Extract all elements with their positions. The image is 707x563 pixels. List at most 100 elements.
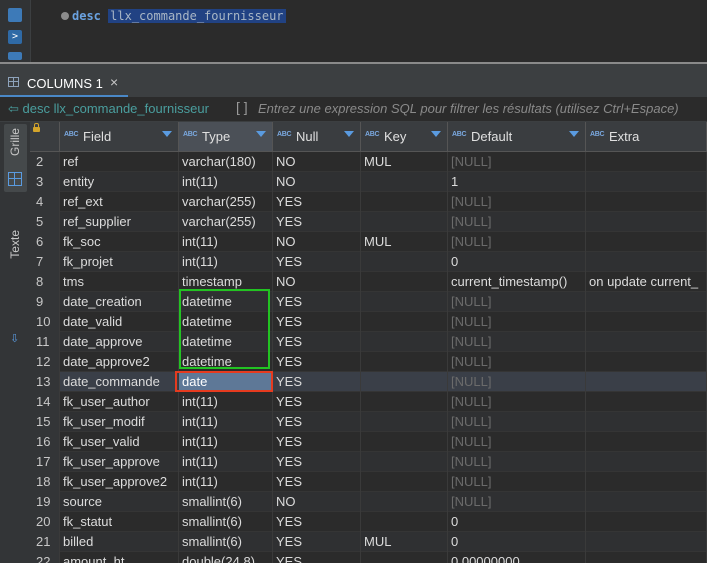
cell-null[interactable]: YES	[273, 252, 361, 272]
cell-null[interactable]: YES	[273, 432, 361, 452]
table-row[interactable]: 22 amount_ht double(24,8) YES 0.00000000	[30, 552, 707, 563]
row-number[interactable]: 8	[30, 272, 60, 292]
row-number[interactable]: 15	[30, 412, 60, 432]
table-row[interactable]: 21 billed smallint(6) YES MUL 0	[30, 532, 707, 552]
cell-extra[interactable]	[586, 312, 707, 332]
row-number[interactable]: 18	[30, 472, 60, 492]
table-row[interactable]: 10 date_valid datetime YES [NULL]	[30, 312, 707, 332]
row-number[interactable]: 22	[30, 552, 60, 563]
column-header-key[interactable]: ABC Key	[361, 122, 448, 151]
cell-type[interactable]: int(11)	[179, 432, 273, 452]
cell-key[interactable]	[361, 492, 448, 512]
table-row[interactable]: 19 source smallint(6) NO [NULL]	[30, 492, 707, 512]
cell-default[interactable]: current_timestamp()	[448, 272, 586, 292]
table-row[interactable]: 2 ref varchar(180) NO MUL [NULL]	[30, 152, 707, 172]
cell-null[interactable]: YES	[273, 552, 361, 563]
cell-field[interactable]: amount_ht	[60, 552, 179, 563]
cell-extra[interactable]: on update current_	[586, 272, 707, 292]
close-icon[interactable]: ×	[110, 74, 118, 90]
cell-key[interactable]	[361, 312, 448, 332]
cell-default[interactable]: 1	[448, 172, 586, 192]
cell-null[interactable]: YES	[273, 452, 361, 472]
cell-extra[interactable]	[586, 292, 707, 312]
row-number[interactable]: 6	[30, 232, 60, 252]
cell-type[interactable]: varchar(255)	[179, 212, 273, 232]
cell-extra[interactable]	[586, 452, 707, 472]
cell-null[interactable]: YES	[273, 332, 361, 352]
cell-key[interactable]	[361, 352, 448, 372]
table-row[interactable]: 3 entity int(11) NO 1	[30, 172, 707, 192]
cell-extra[interactable]	[586, 472, 707, 492]
cell-key[interactable]: MUL	[361, 152, 448, 172]
cell-field[interactable]: date_creation	[60, 292, 179, 312]
sort-arrow-icon[interactable]	[431, 131, 441, 137]
cell-extra[interactable]	[586, 552, 707, 563]
table-row[interactable]: 13 date_commande date YES [NULL]	[30, 372, 707, 392]
row-number[interactable]: 4	[30, 192, 60, 212]
column-header-null[interactable]: ABC Null	[273, 122, 361, 151]
cell-null[interactable]: YES	[273, 412, 361, 432]
cell-default[interactable]: [NULL]	[448, 312, 586, 332]
cell-default[interactable]: [NULL]	[448, 492, 586, 512]
cell-field[interactable]: tms	[60, 272, 179, 292]
cell-key[interactable]	[361, 452, 448, 472]
table-row[interactable]: 11 date_approve datetime YES [NULL]	[30, 332, 707, 352]
cell-field[interactable]: ref_ext	[60, 192, 179, 212]
cell-type[interactable]: smallint(6)	[179, 532, 273, 552]
cell-key[interactable]	[361, 252, 448, 272]
cell-field[interactable]: fk_user_author	[60, 392, 179, 412]
cell-key[interactable]	[361, 192, 448, 212]
column-header-extra[interactable]: ABC Extra	[586, 122, 707, 151]
cell-default[interactable]: 0.00000000	[448, 552, 586, 563]
grid-view-label[interactable]: Grille	[8, 128, 22, 156]
cell-extra[interactable]	[586, 432, 707, 452]
cell-extra[interactable]	[586, 152, 707, 172]
row-number[interactable]: 20	[30, 512, 60, 532]
row-number[interactable]: 5	[30, 212, 60, 232]
cell-type[interactable]: int(11)	[179, 412, 273, 432]
row-number[interactable]: 17	[30, 452, 60, 472]
cell-extra[interactable]	[586, 232, 707, 252]
row-number[interactable]: 3	[30, 172, 60, 192]
script-icon[interactable]	[8, 8, 22, 22]
table-row[interactable]: 4 ref_ext varchar(255) YES [NULL]	[30, 192, 707, 212]
cell-type[interactable]: int(11)	[179, 172, 273, 192]
sort-arrow-icon[interactable]	[162, 131, 172, 137]
cell-type[interactable]: datetime	[179, 312, 273, 332]
cell-default[interactable]: [NULL]	[448, 432, 586, 452]
cell-extra[interactable]	[586, 492, 707, 512]
cell-key[interactable]	[361, 332, 448, 352]
cell-default[interactable]: [NULL]	[448, 152, 586, 172]
cell-default[interactable]: [NULL]	[448, 212, 586, 232]
cell-field[interactable]: date_approve	[60, 332, 179, 352]
cell-key[interactable]	[361, 552, 448, 563]
cell-extra[interactable]	[586, 252, 707, 272]
cell-null[interactable]: YES	[273, 392, 361, 412]
cell-default[interactable]: [NULL]	[448, 452, 586, 472]
row-number[interactable]: 7	[30, 252, 60, 272]
row-number[interactable]: 16	[30, 432, 60, 452]
editor-line[interactable]: desc llx_commande_fournisseur	[61, 9, 286, 23]
cell-type[interactable]: double(24,8)	[179, 552, 273, 563]
cell-null[interactable]: YES	[273, 372, 361, 392]
table-row[interactable]: 18 fk_user_approve2 int(11) YES [NULL]	[30, 472, 707, 492]
cell-extra[interactable]	[586, 332, 707, 352]
cell-default[interactable]: 0	[448, 252, 586, 272]
settings-icon[interactable]	[8, 52, 22, 60]
cell-extra[interactable]	[586, 512, 707, 532]
grid-icon[interactable]	[8, 172, 22, 186]
cell-extra[interactable]	[586, 192, 707, 212]
row-number[interactable]: 2	[30, 152, 60, 172]
cell-key[interactable]	[361, 172, 448, 192]
cell-field[interactable]: date_approve2	[60, 352, 179, 372]
cell-extra[interactable]	[586, 532, 707, 552]
filter-input[interactable]: Entrez une expression SQL pour filtrer l…	[258, 101, 679, 116]
cell-default[interactable]: [NULL]	[448, 352, 586, 372]
table-row[interactable]: 17 fk_user_approve int(11) YES [NULL]	[30, 452, 707, 472]
row-number[interactable]: 12	[30, 352, 60, 372]
cell-null[interactable]: YES	[273, 312, 361, 332]
cell-type[interactable]: datetime	[179, 352, 273, 372]
cell-null[interactable]: NO	[273, 172, 361, 192]
table-row[interactable]: 14 fk_user_author int(11) YES [NULL]	[30, 392, 707, 412]
cell-key[interactable]	[361, 412, 448, 432]
